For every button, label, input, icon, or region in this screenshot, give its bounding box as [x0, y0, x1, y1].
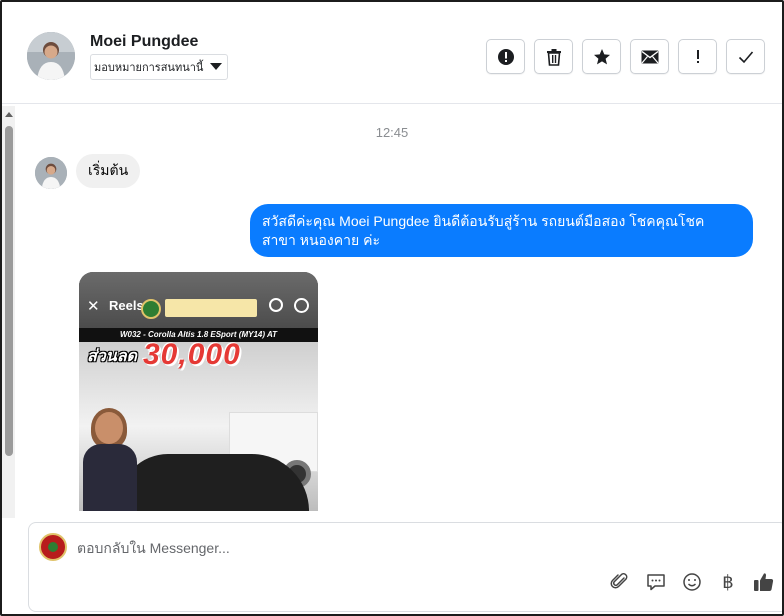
star-icon	[593, 48, 610, 64]
reel-discount-label: ส่วนลด	[87, 348, 137, 365]
composer-tools: ฿	[609, 571, 775, 593]
delete-button[interactable]	[534, 39, 573, 74]
incoming-message-bubble[interactable]: เริ่มต้น	[76, 154, 141, 188]
star-button[interactable]	[582, 39, 621, 74]
search-icon	[269, 298, 283, 312]
checkmark-icon	[738, 50, 753, 63]
sender-avatar[interactable]	[35, 157, 67, 189]
like-button[interactable]	[753, 571, 775, 593]
reel-person-face	[95, 412, 123, 444]
header-actions	[486, 39, 765, 74]
close-icon: ✕	[87, 298, 100, 315]
smiley-icon	[683, 573, 701, 591]
reel-person-body	[83, 444, 137, 511]
reply-input[interactable]	[77, 538, 677, 558]
reply-composer: ฿	[28, 522, 782, 612]
page-avatar	[39, 533, 67, 561]
scrollbar-thumb[interactable]	[5, 126, 13, 456]
chat-bubble-icon	[647, 574, 665, 591]
mark-spam-button[interactable]	[486, 39, 525, 74]
user-icon	[294, 298, 309, 313]
alert-circle-icon	[497, 48, 514, 65]
inbox-conversation-window: Moei Pungdee มอบหมายการสนทนานี้ 12:45 เร…	[0, 0, 784, 616]
attach-button[interactable]	[609, 571, 631, 593]
contact-avatar[interactable]	[27, 32, 75, 80]
scroll-up-arrow-icon[interactable]	[5, 112, 13, 117]
exclamation-icon	[696, 49, 699, 63]
dealer-logo-icon	[141, 299, 161, 319]
assign-label: มอบหมายการสนทนานี้	[94, 62, 204, 74]
trash-icon	[546, 48, 561, 66]
thumbs-up-icon	[754, 573, 774, 591]
assign-conversation-dropdown[interactable]: มอบหมายการสนทนานี้	[90, 54, 228, 80]
follow-up-button[interactable]	[678, 39, 717, 74]
reels-label: Reels	[109, 298, 144, 313]
envelope-icon	[641, 50, 658, 63]
conversation-header: Moei Pungdee มอบหมายการสนทนานี้	[2, 2, 782, 104]
reel-car-image	[119, 454, 309, 511]
payment-button[interactable]: ฿	[717, 571, 739, 593]
emoji-button[interactable]	[681, 571, 703, 593]
reel-discount-value: 30,000	[143, 338, 241, 371]
baht-icon: ฿	[722, 571, 734, 592]
contact-name[interactable]: Moei Pungdee	[90, 33, 198, 51]
saved-replies-button[interactable]	[645, 571, 667, 593]
message-timestamp: 12:45	[375, 125, 409, 140]
dealer-brand-banner	[165, 299, 257, 317]
outgoing-message-bubble[interactable]: สวัสดีค่ะคุณ Moei Pungdee ยินดีต้อนรับสู…	[250, 204, 753, 257]
shared-reel-attachment[interactable]: ✕ Reels W032 - Corolla Altis 1.8 ESport …	[79, 272, 318, 511]
caret-down-icon	[210, 63, 222, 70]
mark-unread-button[interactable]	[630, 39, 669, 74]
paperclip-icon	[610, 573, 628, 589]
mark-done-button[interactable]	[726, 39, 765, 74]
